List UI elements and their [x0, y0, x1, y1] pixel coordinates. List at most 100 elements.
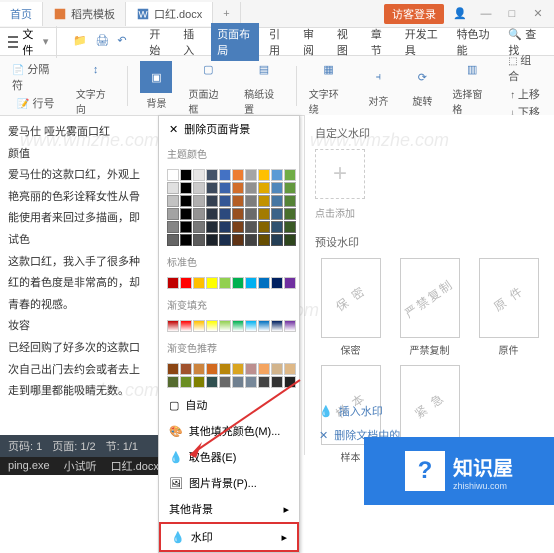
color-swatch[interactable]: [219, 169, 231, 181]
color-swatch[interactable]: [219, 182, 231, 194]
gradient-grid[interactable]: [159, 316, 299, 336]
print-icon[interactable]: 🖨: [95, 34, 111, 50]
color-swatch[interactable]: [206, 182, 218, 194]
color-swatch[interactable]: [232, 195, 244, 207]
taskbar-item[interactable]: ping.exe: [8, 460, 50, 472]
color-swatch[interactable]: [284, 221, 296, 233]
color-swatch[interactable]: [258, 182, 270, 194]
insert-watermark-button[interactable]: 💧 插入水印: [315, 399, 544, 423]
color-swatch[interactable]: [284, 182, 296, 194]
dd-delete-bg[interactable]: ✕ 删除页面背景: [159, 116, 299, 142]
menu-chapter[interactable]: 章节: [365, 23, 395, 61]
color-swatch[interactable]: [206, 234, 218, 246]
color-swatch[interactable]: [258, 277, 270, 289]
ribbon-wrap[interactable]: ▦ 文字环绕: [305, 56, 353, 116]
add-watermark-button[interactable]: +: [315, 149, 365, 199]
hamburger-icon[interactable]: [8, 36, 18, 48]
color-swatch[interactable]: [232, 277, 244, 289]
color-swatch[interactable]: [180, 208, 192, 220]
color-swatch[interactable]: [258, 195, 270, 207]
login-button[interactable]: 访客登录: [384, 4, 444, 24]
color-swatch[interactable]: [206, 208, 218, 220]
color-swatch[interactable]: [167, 234, 179, 246]
gradient-swatch[interactable]: [271, 320, 283, 332]
ribbon-group-btn[interactable]: ⬚ 组合 ↑ 上移 ↓ 下移: [504, 52, 546, 120]
ribbon-align[interactable]: ⫞ 对齐: [360, 63, 396, 108]
color-swatch[interactable]: [206, 195, 218, 207]
color-swatch[interactable]: [284, 277, 296, 289]
gradient-swatch[interactable]: [284, 320, 296, 332]
color-swatch[interactable]: [271, 182, 283, 194]
color-swatch[interactable]: [245, 234, 257, 246]
color-swatch[interactable]: [219, 277, 231, 289]
color-swatch[interactable]: [193, 221, 205, 233]
save-icon[interactable]: 📁: [73, 34, 89, 50]
color-swatch[interactable]: [180, 182, 192, 194]
color-swatch[interactable]: [193, 195, 205, 207]
taskbar-item[interactable]: 小试听: [64, 458, 97, 474]
color-swatch[interactable]: [193, 234, 205, 246]
std-color-grid[interactable]: [159, 273, 299, 293]
dd-other-bg[interactable]: 其他背景 ▸: [159, 496, 299, 522]
color-swatch[interactable]: [219, 208, 231, 220]
menu-start[interactable]: 开始: [143, 23, 173, 61]
color-swatch[interactable]: [206, 221, 218, 233]
color-swatch[interactable]: [232, 221, 244, 233]
color-swatch[interactable]: [219, 221, 231, 233]
gradient-swatch[interactable]: [180, 320, 192, 332]
color-swatch[interactable]: [193, 182, 205, 194]
ribbon-select-pane[interactable]: ▥ 选择窗格: [448, 56, 496, 116]
color-swatch[interactable]: [180, 277, 192, 289]
color-swatch[interactable]: [258, 234, 270, 246]
color-swatch[interactable]: [271, 234, 283, 246]
color-swatch[interactable]: [271, 221, 283, 233]
watermark-preset[interactable]: 保 密保密: [315, 258, 386, 357]
ribbon-background[interactable]: ▣ 背景: [136, 61, 176, 110]
color-swatch[interactable]: [245, 221, 257, 233]
color-swatch[interactable]: [206, 169, 218, 181]
color-swatch[interactable]: [245, 208, 257, 220]
dd-watermark[interactable]: 💧 水印 ▸: [159, 522, 299, 552]
color-swatch[interactable]: [219, 234, 231, 246]
color-swatch[interactable]: [245, 182, 257, 194]
color-swatch[interactable]: [193, 277, 205, 289]
color-swatch[interactable]: [271, 208, 283, 220]
color-swatch[interactable]: [180, 169, 192, 181]
color-swatch[interactable]: [167, 277, 179, 289]
color-swatch[interactable]: [167, 195, 179, 207]
file-menu[interactable]: 文件: [22, 26, 38, 58]
color-swatch[interactable]: [232, 208, 244, 220]
color-swatch[interactable]: [258, 208, 270, 220]
maximize-icon[interactable]: □: [502, 8, 522, 20]
color-swatch[interactable]: [245, 169, 257, 181]
color-swatch[interactable]: [167, 182, 179, 194]
color-swatch[interactable]: [245, 277, 257, 289]
color-swatch[interactable]: [245, 195, 257, 207]
ribbon-orient[interactable]: ↕ 文字方向: [72, 56, 120, 116]
color-swatch[interactable]: [167, 169, 179, 181]
menu-dev[interactable]: 开发工具: [399, 23, 447, 61]
color-swatch[interactable]: [258, 169, 270, 181]
color-swatch[interactable]: [271, 169, 283, 181]
color-swatch[interactable]: [193, 169, 205, 181]
color-swatch[interactable]: [232, 234, 244, 246]
ribbon-rotate[interactable]: ⟳ 旋转: [404, 63, 440, 108]
color-swatch[interactable]: [219, 195, 231, 207]
color-swatch[interactable]: [271, 277, 283, 289]
close-icon[interactable]: ✕: [528, 7, 548, 20]
color-swatch[interactable]: [284, 169, 296, 181]
gradient-swatch[interactable]: [193, 320, 205, 332]
color-swatch[interactable]: [206, 277, 218, 289]
ribbon-break[interactable]: 📄 分隔符 📝 行号: [8, 61, 64, 111]
color-swatch[interactable]: [180, 234, 192, 246]
gradient-swatch[interactable]: [219, 320, 231, 332]
watermark-preset[interactable]: 严禁复制严禁复制: [394, 258, 465, 357]
ribbon-paper[interactable]: ▤ 稿纸设置: [240, 56, 288, 116]
color-swatch[interactable]: [193, 208, 205, 220]
avatar-icon[interactable]: 👤: [450, 7, 470, 20]
tab-template[interactable]: 稻壳模板: [43, 2, 126, 26]
color-swatch[interactable]: [284, 195, 296, 207]
undo-icon[interactable]: ↶: [117, 34, 133, 50]
color-swatch[interactable]: [271, 195, 283, 207]
color-swatch[interactable]: [284, 208, 296, 220]
